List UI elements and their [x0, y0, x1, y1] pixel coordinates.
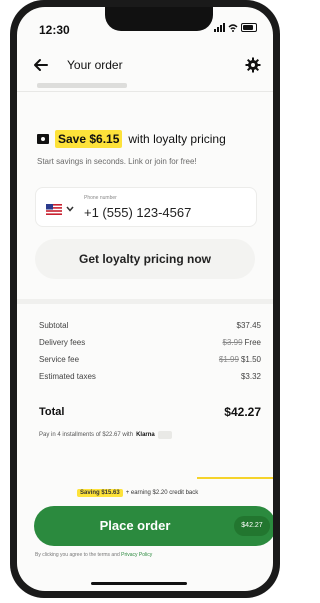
- status-icons: [214, 23, 257, 32]
- scrolled-content-edge: [37, 83, 127, 88]
- legal-text: By clicking you agree to the terms and P…: [35, 551, 257, 559]
- app-header: Your order: [17, 51, 273, 81]
- delivery-fee-value: $3.99 Free: [223, 338, 261, 347]
- delivery-fee-original: $3.99: [222, 338, 243, 347]
- privacy-policy-link[interactable]: Privacy Policy: [121, 552, 152, 558]
- loyalty-suffix: with loyalty pricing: [128, 132, 226, 146]
- tag-icon: [37, 134, 49, 144]
- place-order-total: $42.27: [234, 516, 270, 536]
- phone-field-value[interactable]: +1 (555) 123-4567: [84, 205, 191, 220]
- home-indicator: [91, 582, 187, 585]
- klarna-installments: Pay in 4 installments of $22.67 with Kla…: [39, 431, 172, 439]
- phone-field-label: Phone number: [84, 195, 117, 201]
- arrow-left-icon[interactable]: [33, 57, 49, 73]
- savings-amount: Save $6.15: [55, 130, 123, 148]
- app-screen: 12:30 Your order Save $6.15 with loyalty…: [17, 7, 273, 591]
- gear-icon[interactable]: [245, 57, 261, 73]
- get-loyalty-pricing-button[interactable]: Get loyalty pricing now: [35, 239, 255, 279]
- place-order-label: Place order: [99, 518, 171, 533]
- accent-line: [197, 477, 273, 479]
- subtotal-label: Subtotal: [39, 321, 69, 330]
- estimated-taxes-row: Estimated taxes $3.32: [39, 372, 261, 386]
- place-order-button[interactable]: Place order $42.27: [34, 506, 273, 546]
- delivery-fee-label: Delivery fees: [39, 338, 86, 347]
- phone-number-field[interactable]: Phone number +1 (555) 123-4567: [35, 187, 257, 227]
- header-divider: [17, 91, 273, 92]
- saving-badge: Saving $15.63: [77, 489, 123, 497]
- saving-banner: Saving $15.63 + earning $2.20 credit bac…: [77, 489, 198, 497]
- status-time: 12:30: [39, 23, 70, 37]
- klarna-brand: Klarna: [136, 432, 155, 438]
- delivery-fee-current: Free: [244, 338, 261, 347]
- service-fee-label: Service fee: [39, 355, 80, 364]
- page-title: Your order: [67, 58, 123, 72]
- estimated-taxes-label: Estimated taxes: [39, 372, 96, 381]
- service-fee-value: $1.99 $1.50: [219, 355, 261, 364]
- delivery-fee-row: Delivery fees $3.99 Free: [39, 338, 261, 352]
- total-value: $42.27: [224, 405, 261, 419]
- legal-body: By clicking you agree to the terms and: [35, 552, 120, 558]
- us-flag-icon[interactable]: [46, 204, 62, 215]
- service-fee-original: $1.99: [218, 355, 239, 364]
- chevron-down-icon[interactable]: [66, 206, 74, 212]
- total-label: Total: [39, 406, 65, 418]
- service-fee-current: $1.50: [240, 355, 261, 364]
- klarna-text: Pay in 4 installments of $22.67 with: [39, 432, 134, 438]
- device-notch: [105, 7, 213, 31]
- service-fee-row: Service fee $1.99 $1.50: [39, 355, 261, 369]
- saving-banner-text: + earning $2.20 credit back: [125, 490, 199, 496]
- loyalty-headline: Save $6.15 with loyalty pricing: [37, 130, 226, 148]
- phone-frame: 12:30 Your order Save $6.15 with loyalty…: [10, 0, 280, 598]
- battery-icon: [241, 23, 257, 32]
- wifi-icon: [228, 23, 238, 32]
- klarna-info-icon[interactable]: [157, 431, 172, 439]
- signal-icon: [214, 23, 225, 32]
- section-divider: [17, 299, 273, 304]
- subtotal-value: $37.45: [236, 321, 261, 330]
- subtotal-row: Subtotal $37.45: [39, 321, 261, 335]
- estimated-taxes-value: $3.32: [240, 372, 261, 381]
- loyalty-subtitle: Start savings in seconds. Link or join f…: [37, 157, 197, 166]
